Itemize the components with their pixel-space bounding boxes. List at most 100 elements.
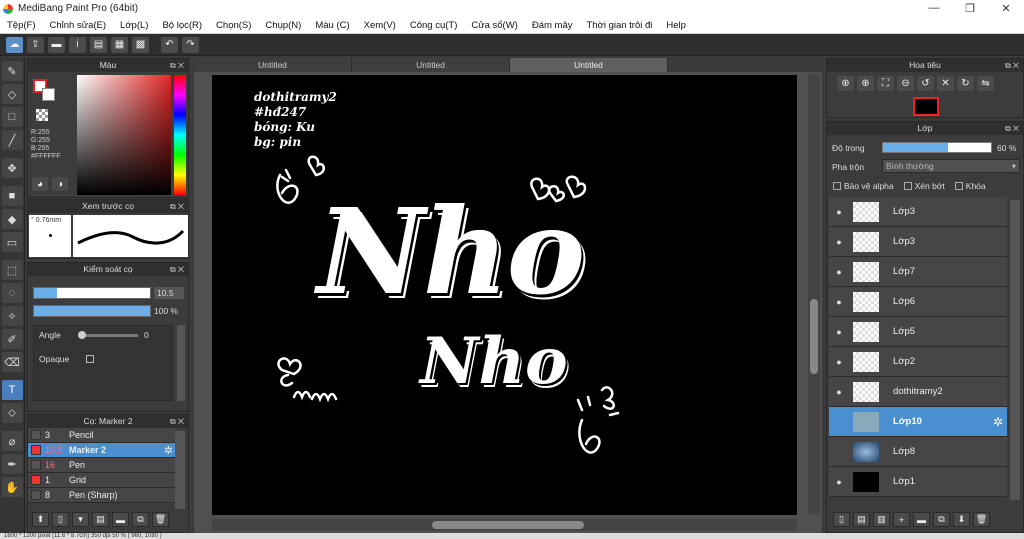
delete-brush-icon[interactable]: 🗑 [152, 512, 169, 527]
add-brush-icon[interactable]: ⬆ [32, 512, 49, 527]
comment-icon[interactable]: ▬ [48, 36, 65, 53]
lock-checkbox[interactable]: Khóa [954, 181, 986, 191]
layer-row[interactable]: ● Lớp7 [829, 257, 1007, 287]
brush-list-scrollbar[interactable] [175, 431, 185, 509]
select-rect-icon[interactable]: ⬚ [1, 260, 23, 280]
undo-icon[interactable]: ↶ [161, 36, 178, 53]
saturation-box[interactable] [77, 75, 171, 195]
menu-tools[interactable]: Công cụ(T) [403, 20, 465, 31]
canvas-horizontal-scrollbar[interactable] [212, 519, 797, 531]
brush-item-selected[interactable]: 10.5 Marker 2 ✲ [28, 443, 176, 458]
clipping-checkbox[interactable]: Xén bớt [903, 181, 945, 191]
panel-close-icon[interactable]: ⧉ ✕ [1005, 122, 1019, 135]
lasso-icon[interactable]: ◌ [1, 283, 23, 303]
duplicate-brush-icon[interactable]: ⧉ [132, 512, 149, 527]
brush-tool-icon[interactable]: ✎ [1, 61, 23, 81]
layer-opacity-slider[interactable] [882, 142, 992, 153]
share-icon[interactable]: ⇪ [27, 36, 44, 53]
menu-view[interactable]: Xem(V) [357, 20, 403, 31]
angle-slider[interactable] [78, 331, 138, 339]
visibility-icon[interactable]: ● [829, 237, 849, 247]
zoom-in-icon[interactable]: ⊕ [837, 76, 854, 91]
new-halftone-layer-icon[interactable]: ▤ [853, 512, 870, 527]
palette-icon[interactable]: ◕ [32, 177, 48, 191]
rotate-right-icon[interactable]: ↻ [957, 76, 974, 91]
eyedropper-icon[interactable]: ✒ [1, 454, 23, 474]
brush-size-value[interactable]: 10.5 [154, 287, 184, 299]
text-tool-icon[interactable]: T [1, 380, 23, 400]
panel-pin-icon[interactable]: ⧉ ✕ [170, 59, 184, 72]
brush-options-scrollbar[interactable] [177, 325, 185, 401]
cloud-icon[interactable]: ☁ [6, 36, 23, 53]
brush-item[interactable]: 3 Pencil [28, 428, 176, 443]
eraser-tool-icon[interactable]: ◇ [1, 84, 23, 104]
brush-item[interactable]: 1 Grid [28, 473, 176, 488]
panels-icon[interactable]: ▦ [111, 36, 128, 53]
gradient-tool-icon[interactable]: ▭ [1, 232, 23, 252]
magic-wand-icon[interactable]: ✧ [1, 306, 23, 326]
fit-icon[interactable]: ⛶ [877, 76, 894, 91]
visibility-icon[interactable]: ● [829, 297, 849, 307]
menu-filter[interactable]: Bộ lọc(R) [155, 20, 209, 31]
layer-row[interactable]: ● Lớp6 [829, 287, 1007, 317]
menu-snap[interactable]: Chụp(N) [258, 20, 308, 31]
brush-size-slider[interactable] [33, 287, 151, 299]
menu-layer[interactable]: Lớp(L) [113, 20, 155, 31]
canvas-vertical-scrollbar[interactable] [808, 74, 820, 514]
protect-alpha-checkbox[interactable]: Bảo vệ alpha [833, 181, 894, 191]
opaque-checkbox[interactable] [86, 355, 94, 363]
color-swatches[interactable] [33, 79, 55, 101]
tab-untitled-2[interactable]: Untitled [352, 58, 510, 72]
add-layer-menu-icon[interactable]: + [893, 512, 910, 527]
zoom-in-step-icon[interactable]: ⊕ [857, 76, 874, 91]
operation-tool-icon[interactable]: ⬦ [1, 403, 23, 423]
panel-close-icon[interactable]: ⧉ ✕ [170, 200, 184, 213]
menu-edit[interactable]: Chỉnh sửa(E) [43, 20, 114, 31]
maximize-button[interactable]: ❐ [952, 2, 988, 15]
layer-row-selected[interactable]: Lớp10 ✲ [829, 407, 1007, 437]
layer-list-scrollbar[interactable] [1010, 200, 1020, 500]
zoom-out-icon[interactable]: ⊖ [897, 76, 914, 91]
delete-layer-icon[interactable]: 🗑 [973, 512, 990, 527]
grid-icon[interactable]: ▩ [132, 36, 149, 53]
menu-timelapse[interactable]: Thời gian trôi đi [580, 20, 660, 31]
dropper-tool-icon[interactable]: ⌀ [1, 431, 23, 451]
visibility-icon[interactable]: ● [829, 387, 849, 397]
layer-folder-icon[interactable]: ▬ [913, 512, 930, 527]
menu-color[interactable]: Màu (C) [308, 20, 356, 31]
layer-row[interactable]: ● Lớp1 [829, 467, 1007, 497]
new-8bit-layer-icon[interactable]: ▥ [873, 512, 890, 527]
blend-mode-select[interactable]: Bình thường ▾ [882, 159, 1020, 173]
redo-icon[interactable]: ↷ [182, 36, 199, 53]
brush-opacity-value[interactable]: 100 % [154, 305, 178, 317]
tab-untitled-3[interactable]: Untitled [510, 58, 668, 72]
menu-window[interactable]: Cửa sổ(W) [464, 20, 524, 31]
close-button[interactable]: ✕ [988, 2, 1024, 15]
duplicate-layer-icon[interactable]: ⧉ [933, 512, 950, 527]
menu-cloud[interactable]: Đám mây [525, 20, 580, 31]
visibility-icon[interactable]: ● [829, 357, 849, 367]
document-icon[interactable]: ▤ [90, 36, 107, 53]
hue-slider[interactable] [174, 75, 186, 195]
rectangle-tool-icon[interactable]: □ [1, 107, 23, 127]
reset-view-icon[interactable]: ✕ [937, 76, 954, 91]
layer-row[interactable]: ● Lớp2 [829, 347, 1007, 377]
visibility-icon[interactable]: ● [829, 267, 849, 277]
menu-help[interactable]: Help [659, 20, 693, 31]
panel-close-icon[interactable]: ⧉ ✕ [1005, 59, 1019, 72]
gear-icon[interactable]: ✲ [993, 415, 1003, 429]
brush-item[interactable]: 8 Pen (Sharp) [28, 488, 176, 503]
color-wheel-icon[interactable]: ◑ [52, 177, 68, 191]
brush-settings-icon[interactable]: ▤ [92, 512, 109, 527]
brush-menu-icon[interactable]: ▾ [72, 512, 89, 527]
line-tool-icon[interactable]: ╱ [1, 130, 23, 150]
transparent-swatch[interactable] [36, 109, 48, 121]
brush-folder-icon[interactable]: ▬ [112, 512, 129, 527]
hand-tool-icon[interactable]: ✋ [1, 477, 23, 497]
visibility-icon[interactable]: ● [829, 207, 849, 217]
select-eraser-icon[interactable]: ⌫ [1, 352, 23, 372]
layer-row[interactable]: Lớp8 [829, 437, 1007, 467]
minimize-button[interactable]: — [916, 2, 952, 15]
background-color[interactable] [42, 88, 55, 101]
layer-row[interactable]: ● Lớp5 [829, 317, 1007, 347]
